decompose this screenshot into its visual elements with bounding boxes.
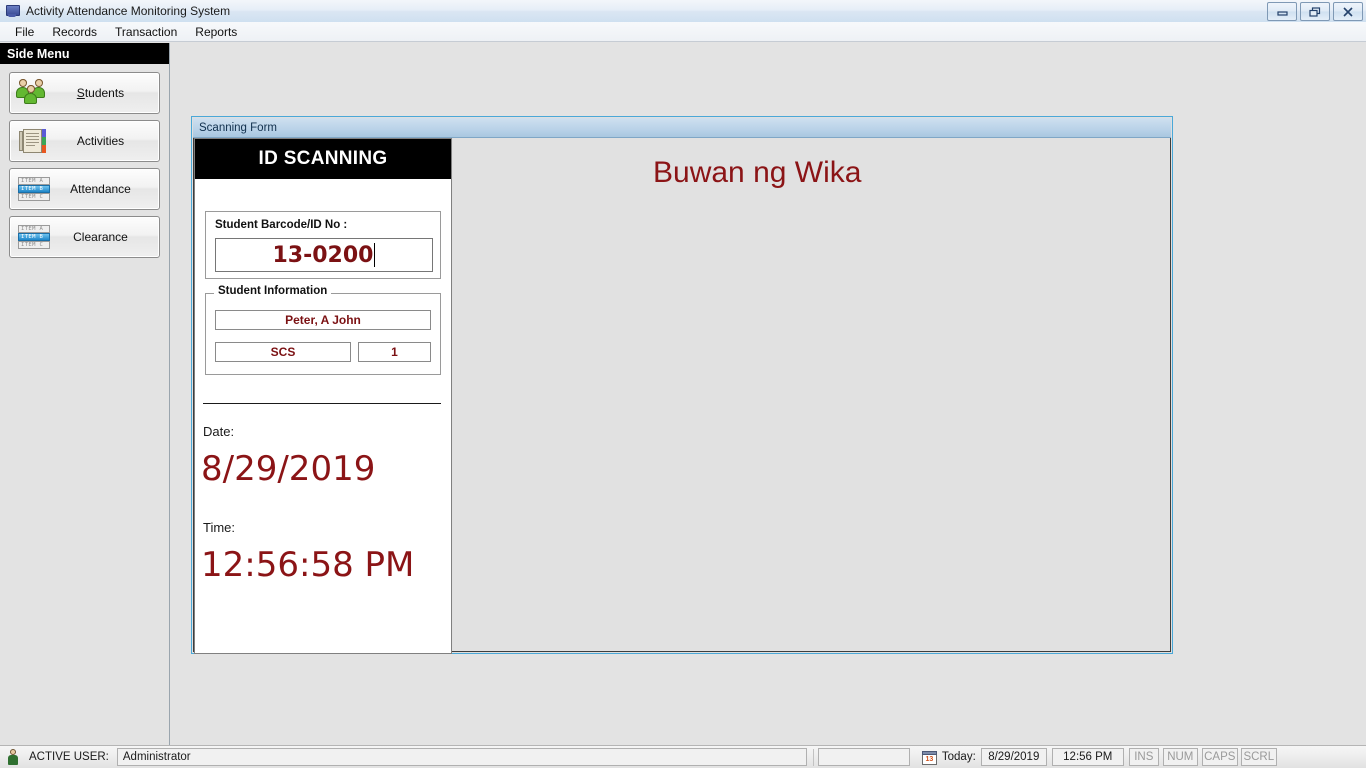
sidebar-item-label-clearance: Clearance (56, 230, 159, 244)
list-icon-row-c: ITEM C (18, 241, 50, 249)
student-information-legend: Student Information (214, 285, 331, 297)
time-value: 12:56:58 PM (201, 545, 414, 585)
scanning-form-body: ID SCANNING Student Barcode/ID No : 13-0… (194, 138, 1170, 651)
barcode-group: Student Barcode/ID No : 13-0200 (205, 211, 441, 279)
date-value: 8/29/2019 (201, 449, 375, 489)
student-year-field: 1 (358, 342, 431, 362)
list-icon: ITEM A ITEM B ITEM C (12, 172, 56, 206)
minimize-button[interactable] (1267, 2, 1297, 21)
sidebar-item-activities[interactable]: Activities (9, 120, 160, 162)
sidebar-item-attendance[interactable]: ITEM A ITEM B ITEM C Attendance (9, 168, 160, 210)
mdi-workspace: Scanning Form ID SCANNING Student Barcod… (170, 43, 1366, 745)
time-label: Time: (203, 520, 235, 535)
event-title: Buwan ng Wika (653, 156, 861, 190)
id-scanning-panel: ID SCANNING Student Barcode/ID No : 13-0… (194, 138, 452, 654)
active-user-label: ACTIVE USER: (29, 748, 109, 766)
student-course-field: SCS (215, 342, 351, 362)
list-icon-row-b: ITEM B (18, 233, 50, 241)
scanning-form-window: Scanning Form ID SCANNING Student Barcod… (191, 116, 1173, 654)
barcode-input[interactable]: 13-0200 (215, 238, 433, 272)
statusbar-spacer-cell (818, 748, 910, 766)
list-icon-row-c: ITEM C (18, 193, 50, 201)
text-caret (374, 243, 375, 267)
sidebar-header: Side Menu (0, 43, 169, 64)
user-icon (5, 748, 21, 766)
window-controls (1267, 2, 1363, 21)
sidebar-item-label-attendance: Attendance (56, 182, 159, 196)
sidebar-item-clearance[interactable]: ITEM A ITEM B ITEM C Clearance (9, 216, 160, 258)
sidebar-item-label-students: Students (56, 86, 159, 100)
indicator-scrl: SCRL (1241, 748, 1277, 766)
list-icon-row-a: ITEM A (18, 225, 50, 233)
scanning-form-title: Scanning Form (199, 122, 277, 134)
barcode-label: Student Barcode/ID No : (215, 219, 347, 231)
id-scanning-header: ID SCANNING (195, 139, 451, 179)
student-name-field: Peter, A John (215, 310, 431, 330)
list-icon: ITEM A ITEM B ITEM C (12, 220, 56, 254)
sidebar-item-students[interactable]: Students (9, 72, 160, 114)
students-label-rest: tudents (85, 86, 124, 100)
sidebar: Side Menu Students (0, 43, 170, 745)
date-label: Date: (203, 424, 234, 439)
close-button[interactable] (1333, 2, 1363, 21)
event-pane: Buwan ng Wika (453, 138, 1170, 651)
indicator-caps: CAPS (1202, 748, 1238, 766)
menu-item-reports[interactable]: Reports (186, 23, 246, 41)
menubar: File Records Transaction Reports (0, 22, 1366, 42)
window-titlebar: Activity Attendance Monitoring System (0, 0, 1366, 23)
scanning-form-titlebar: Scanning Form (193, 118, 1171, 138)
indicator-num: NUM (1163, 748, 1198, 766)
menu-item-transaction[interactable]: Transaction (106, 23, 186, 41)
barcode-value: 13-0200 (273, 243, 374, 268)
today-time: 12:56 PM (1052, 748, 1124, 766)
app-monitor-icon (4, 3, 20, 19)
statusbar-separator (813, 749, 814, 766)
menu-item-file[interactable]: File (6, 23, 43, 41)
statusbar: ACTIVE USER: Administrator 13 Today: 8/2… (0, 745, 1366, 768)
today-label: Today: (942, 748, 976, 766)
restore-button[interactable] (1300, 2, 1330, 21)
notebook-icon (12, 124, 56, 158)
menu-item-records[interactable]: Records (43, 23, 106, 41)
section-divider (203, 403, 441, 404)
sidebar-item-label-activities: Activities (56, 134, 159, 148)
calendar-day: 13 (922, 755, 937, 765)
indicator-ins: INS (1129, 748, 1159, 766)
student-information-group: Student Information Peter, A John SCS 1 (205, 293, 441, 375)
list-icon-row-a: ITEM A (18, 177, 50, 185)
active-user-value: Administrator (117, 748, 807, 766)
calendar-icon: 13 (922, 750, 937, 765)
today-date: 8/29/2019 (981, 748, 1047, 766)
people-icon (12, 76, 56, 110)
window-title: Activity Attendance Monitoring System (26, 4, 230, 18)
list-icon-row-b: ITEM B (18, 185, 50, 193)
